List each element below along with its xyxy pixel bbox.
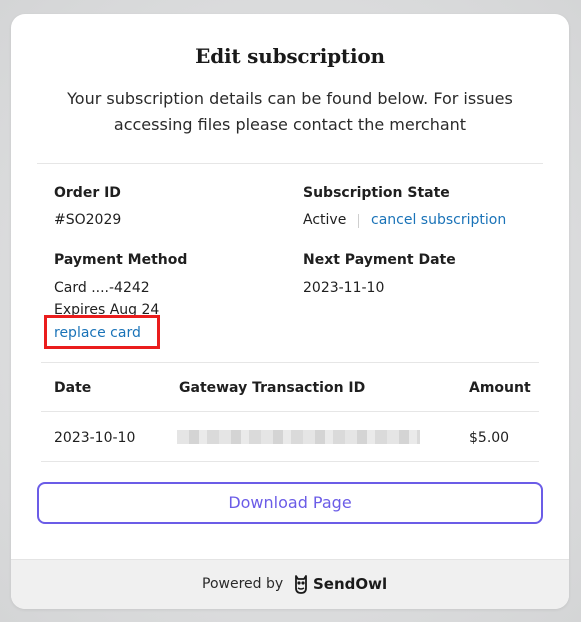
cancel-subscription-link[interactable]: cancel subscription [371, 212, 506, 228]
subscription-state-value: Active [303, 212, 347, 228]
card-value: Card ....-4242 [54, 280, 150, 296]
column-header-date: Date [54, 380, 92, 396]
redacted-transaction-id [177, 430, 420, 444]
subscription-state-label: Subscription State [303, 185, 450, 201]
column-header-transaction-id: Gateway Transaction ID [179, 380, 366, 396]
next-payment-date-value: 2023-11-10 [303, 280, 385, 296]
details-divider [41, 362, 539, 363]
order-id-value: #SO2029 [54, 212, 122, 228]
header-divider [37, 163, 543, 164]
table-header-divider [41, 411, 539, 412]
download-page-button[interactable]: Download Page [37, 482, 543, 524]
row-date: 2023-10-10 [54, 430, 136, 446]
next-payment-date-label: Next Payment Date [303, 252, 456, 268]
order-id-label: Order ID [54, 185, 121, 201]
replace-card-highlight [44, 315, 160, 349]
modal-subtitle: Your subscription details can be found b… [67, 89, 513, 134]
state-separator [358, 214, 359, 228]
column-header-amount: Amount [469, 380, 531, 396]
modal-title: Edit subscription [195, 44, 385, 68]
edit-subscription-modal: Edit subscription Your subscription deta… [11, 14, 569, 609]
payment-method-label: Payment Method [54, 252, 188, 268]
powered-by-text: Powered by [202, 576, 284, 592]
footer: Powered by SendOwl [11, 559, 569, 609]
table-bottom-divider [41, 461, 539, 462]
sendowl-logo-icon [295, 575, 307, 594]
sendowl-brand: SendOwl [313, 575, 388, 593]
row-amount: $5.00 [469, 430, 510, 446]
